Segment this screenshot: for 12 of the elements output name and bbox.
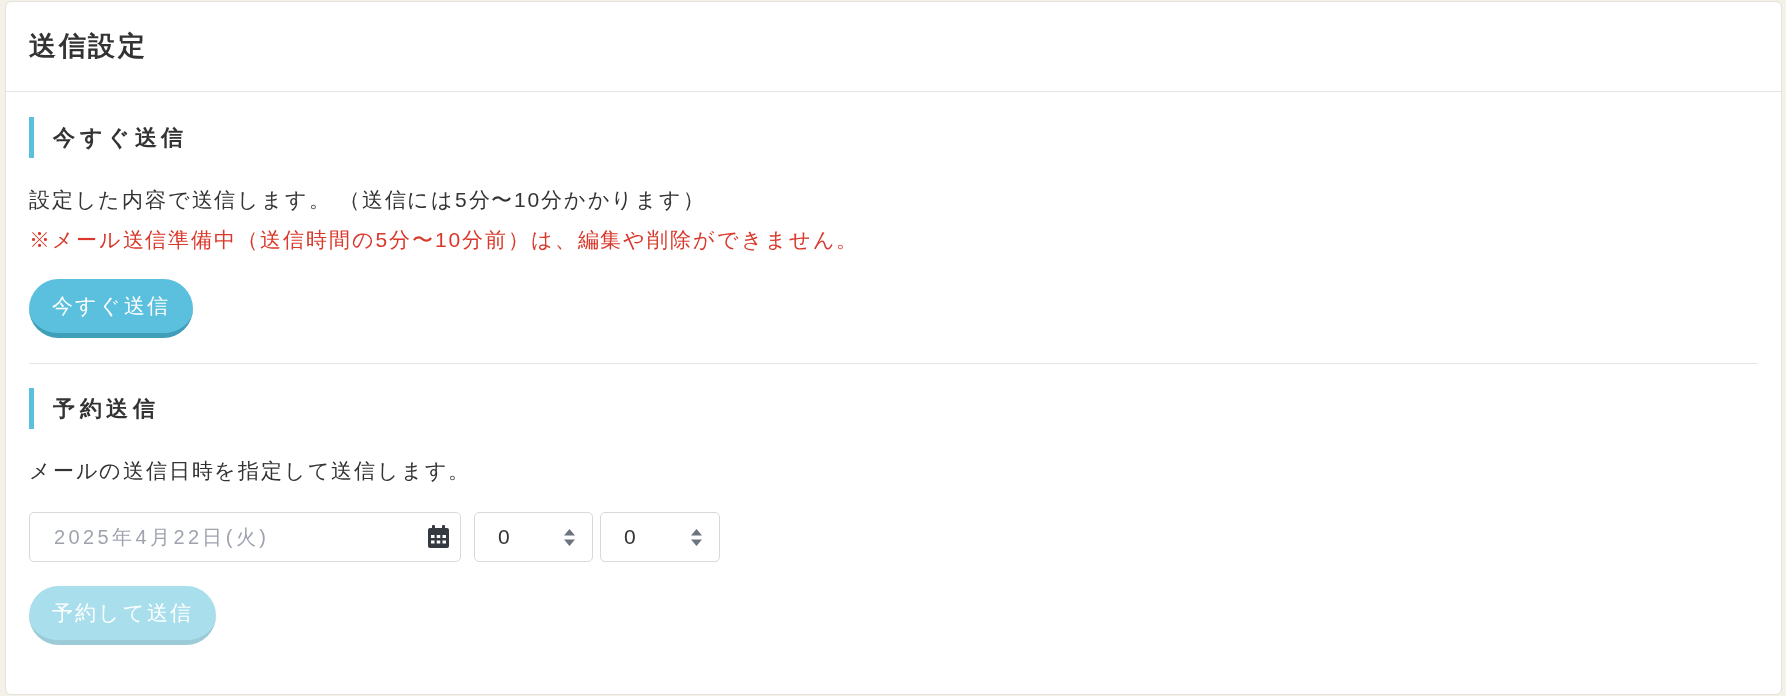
- calendar-icon: [428, 525, 449, 548]
- time-select[interactable]: 0: [600, 512, 720, 562]
- time-select[interactable]: 0: [474, 512, 593, 562]
- description-text: メールの送信日時を指定して送信します。: [29, 458, 472, 484]
- section-heading: 予約送信: [29, 388, 159, 429]
- section-heading: 今すぐ送信: [29, 117, 188, 158]
- sort-caret-icon: [564, 528, 575, 546]
- date-field[interactable]: 2025年4月22日(火): [29, 512, 461, 562]
- warning-text: ※メール送信準備中（送信時間の5分〜10分前）は、編集や削除ができません。: [29, 227, 860, 253]
- sort-caret-icon: [691, 528, 702, 546]
- card-title: 送信設定: [29, 30, 147, 64]
- description-text: 設定した内容で送信します。 （送信には5分〜10分かかります）: [29, 187, 706, 213]
